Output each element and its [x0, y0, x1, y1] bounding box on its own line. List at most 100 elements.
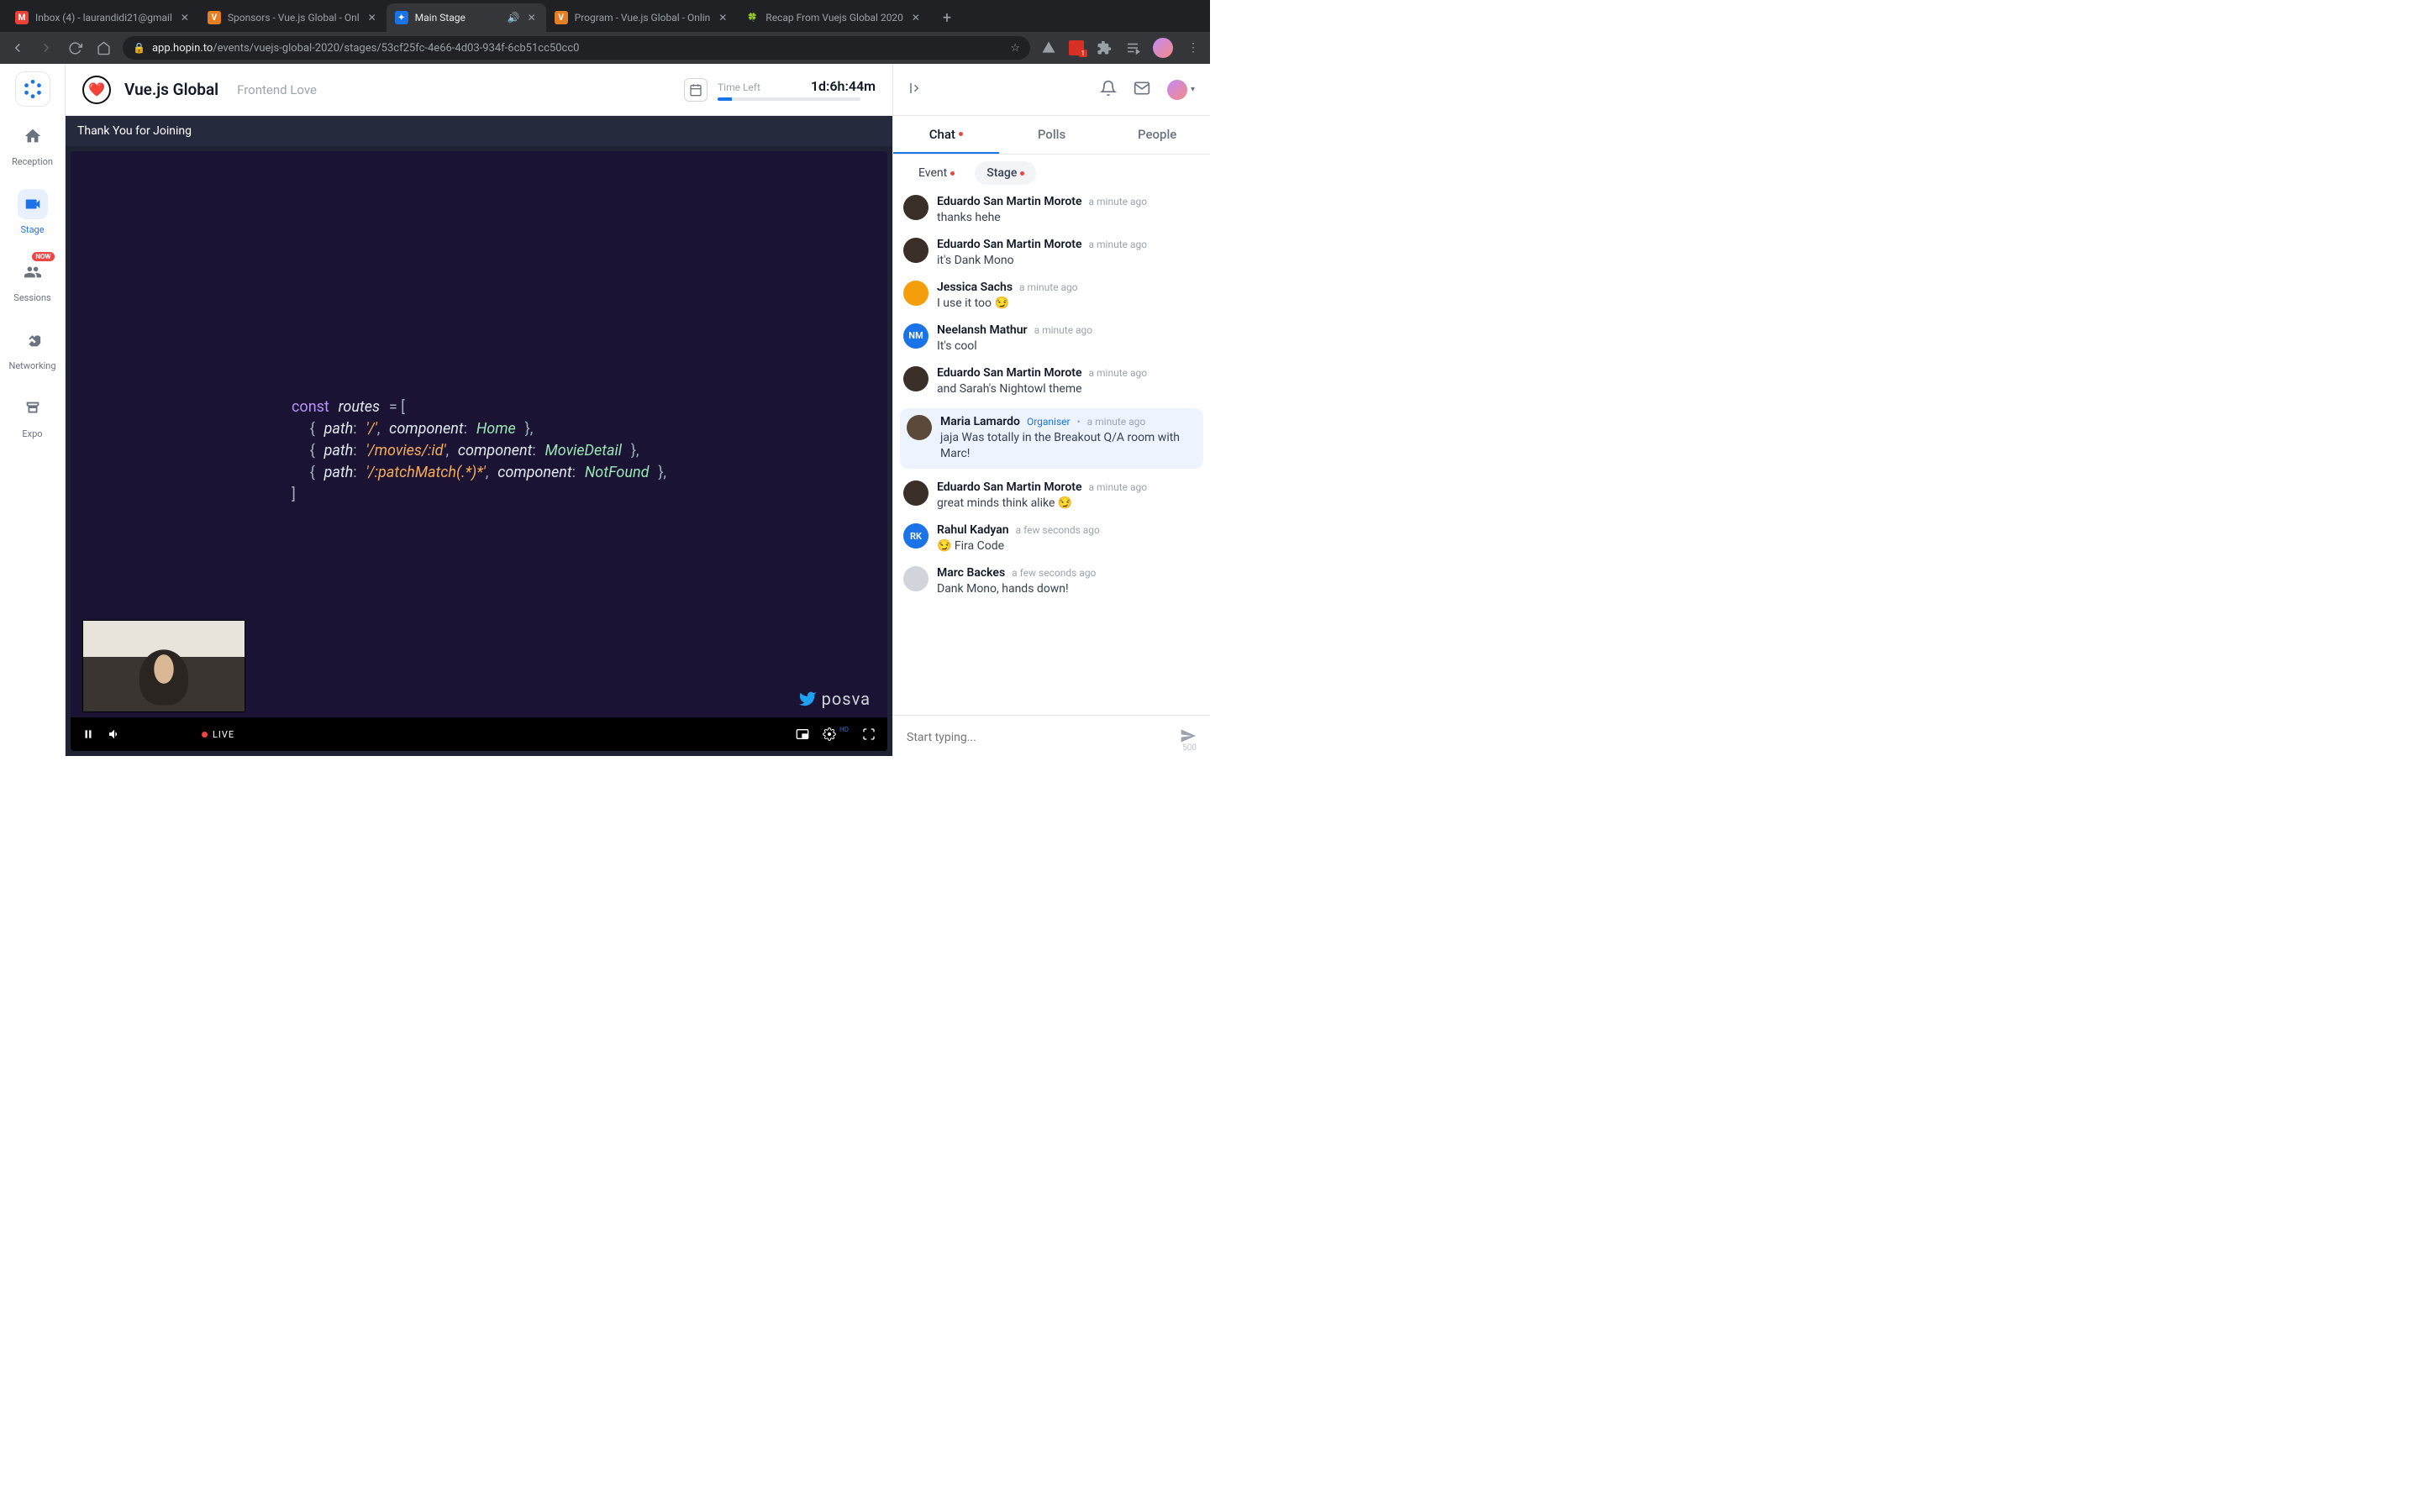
nav-expo[interactable]: Expo — [8, 386, 58, 446]
nav-sessions[interactable]: NOW Sessions — [8, 250, 58, 310]
message-avatar — [903, 195, 929, 220]
browser-tab[interactable]: V Program - Vue.js Global - Onlin ✕ — [546, 3, 738, 32]
app: Reception Stage NOW Sessions Networking … — [0, 64, 1210, 756]
favicon: 🍀 — [745, 11, 759, 24]
message-input[interactable] — [907, 724, 1197, 751]
browser-tab[interactable]: ✦ Main Stage 🔊 ✕ — [387, 3, 546, 32]
bookmark-star-icon[interactable]: ☆ — [1010, 42, 1020, 55]
message-text: it's Dank Mono — [937, 253, 1200, 269]
browser-tab[interactable]: V Sponsors - Vue.js Global - Onl ✕ — [199, 3, 387, 32]
chat-message[interactable]: Eduardo San Martin Morote a minute ago g… — [903, 480, 1200, 512]
fullscreen-button[interactable] — [862, 727, 876, 741]
tab-polls[interactable]: Polls — [999, 116, 1105, 154]
close-tab-icon[interactable]: ✕ — [717, 12, 729, 24]
chat-message[interactable]: Maria Lamardo Organiser• a minute ago ja… — [900, 408, 1203, 469]
expand-panel-icon[interactable] — [908, 81, 923, 99]
hopin-logo[interactable] — [16, 72, 50, 106]
messages-icon[interactable] — [1134, 80, 1150, 100]
twitter-icon — [798, 690, 817, 708]
kebab-menu-icon[interactable]: ⋮ — [1185, 39, 1202, 56]
message-avatar — [907, 415, 932, 440]
notifications-icon[interactable] — [1100, 80, 1117, 100]
tab-title: Recap From Vuejs Global 2020 — [765, 12, 903, 24]
chat-message[interactable]: RK Rahul Kadyan a few seconds ago 😏 Fira… — [903, 523, 1200, 554]
browser-tab[interactable]: M Inbox (4) - laurandidi21@gmail ✕ — [7, 3, 199, 32]
live-dot-icon — [202, 732, 208, 738]
favicon: V — [208, 11, 221, 24]
chat-message[interactable]: Eduardo San Martin Morote a minute ago i… — [903, 238, 1200, 269]
chat-message[interactable]: Eduardo San Martin Morote a minute ago a… — [903, 366, 1200, 397]
nav-stage[interactable]: Stage — [8, 182, 58, 242]
extension-badge: 1 — [1079, 50, 1088, 57]
url-host: app.hopin.to — [152, 42, 213, 55]
message-author: Eduardo San Martin Morote — [937, 480, 1082, 494]
message-author: Marc Backes — [937, 566, 1005, 580]
nav-label: Expo — [22, 428, 42, 439]
scope-event[interactable]: Event — [907, 161, 966, 185]
forward-button[interactable] — [37, 39, 55, 57]
chat-message[interactable]: Jessica Sachs a minute ago I use it too … — [903, 281, 1200, 312]
address-bar[interactable]: 🔒 app.hopin.to/events/vuejs-global-2020/… — [123, 36, 1030, 60]
stage-title: Thank You for Joining — [66, 116, 892, 146]
close-tab-icon[interactable]: ✕ — [179, 12, 191, 24]
chat-message[interactable]: Eduardo San Martin Morote a minute ago t… — [903, 195, 1200, 226]
nav-label: Sessions — [13, 292, 50, 303]
profile-avatar[interactable] — [1153, 38, 1173, 58]
message-avatar — [903, 281, 929, 306]
browser-chrome: M Inbox (4) - laurandidi21@gmail ✕V Spon… — [0, 0, 1210, 64]
home-button[interactable] — [94, 39, 113, 57]
time-progress — [718, 97, 860, 101]
message-list[interactable]: Eduardo San Martin Morote a minute ago t… — [893, 192, 1210, 715]
user-menu[interactable]: ▾ — [1167, 80, 1195, 100]
message-time: a minute ago — [1089, 481, 1148, 493]
browser-tab[interactable]: 🍀 Recap From Vuejs Global 2020 ✕ — [737, 3, 930, 32]
tab-people[interactable]: People — [1104, 116, 1210, 154]
back-button[interactable] — [8, 39, 27, 57]
now-badge: NOW — [32, 252, 54, 261]
nav-reception[interactable]: Reception — [8, 114, 58, 174]
camera-icon — [18, 189, 48, 219]
message-text: and Sarah's Nightowl theme — [937, 381, 1200, 397]
audio-icon[interactable]: 🔊 — [508, 12, 519, 24]
close-tab-icon[interactable]: ✕ — [366, 12, 378, 24]
tab-title: Inbox (4) - laurandidi21@gmail — [35, 12, 172, 24]
scope-stage[interactable]: Stage — [975, 161, 1036, 185]
time-left-value: 1d:6h:44m — [811, 78, 876, 94]
tab-chat[interactable]: Chat — [893, 116, 999, 154]
vue-devtools-icon[interactable] — [1040, 39, 1057, 56]
home-icon — [18, 121, 48, 151]
quality-button[interactable]: HD — [823, 727, 849, 741]
message-author: Rahul Kadyan — [937, 523, 1009, 537]
nav-networking[interactable]: Networking — [8, 318, 58, 378]
media-control-icon[interactable] — [1124, 39, 1141, 56]
reload-button[interactable] — [66, 39, 84, 57]
browser-toolbar: 🔒 app.hopin.to/events/vuejs-global-2020/… — [0, 32, 1210, 64]
close-tab-icon[interactable]: ✕ — [910, 12, 922, 24]
pip-button[interactable] — [796, 727, 809, 741]
volume-button[interactable] — [108, 727, 121, 741]
message-time: a minute ago — [1089, 239, 1148, 250]
extensions-menu-icon[interactable] — [1096, 39, 1113, 56]
twitter-handle: posva — [798, 689, 871, 709]
close-tab-icon[interactable]: ✕ — [526, 12, 538, 24]
chevron-down-icon: ▾ — [1191, 85, 1195, 94]
pause-button[interactable] — [82, 728, 94, 740]
message-time: a minute ago — [1019, 281, 1078, 293]
message-avatar: NM — [903, 323, 929, 349]
message-text: great minds think alike 😏 — [937, 496, 1200, 512]
new-tab-button[interactable]: + — [935, 6, 959, 29]
extensions-area: 1 ⋮ — [1040, 38, 1202, 58]
video-player[interactable]: const routes = [ { path: '/', component:… — [71, 151, 887, 751]
tab-title: Sponsors - Vue.js Global - Onl — [228, 12, 360, 24]
chat-message[interactable]: Marc Backes a few seconds ago Dank Mono,… — [903, 566, 1200, 597]
message-author: Eduardo San Martin Morote — [937, 238, 1082, 251]
chat-message[interactable]: NM Neelansh Mathur a minute ago It's coo… — [903, 323, 1200, 354]
nav-label: Stage — [20, 224, 44, 235]
extension-icon[interactable]: 1 — [1069, 40, 1084, 55]
unread-dot-icon — [1020, 171, 1024, 176]
event-header: ❤️ Vue.js Global Frontend Love Time Left… — [66, 64, 892, 116]
message-time: a few seconds ago — [1016, 524, 1100, 536]
tab-title: Program - Vue.js Global - Onlin — [575, 12, 711, 24]
message-text: jaja Was totally in the Breakout Q/A roo… — [940, 430, 1197, 462]
stage-area: Thank You for Joining const routes = [ {… — [66, 116, 892, 756]
